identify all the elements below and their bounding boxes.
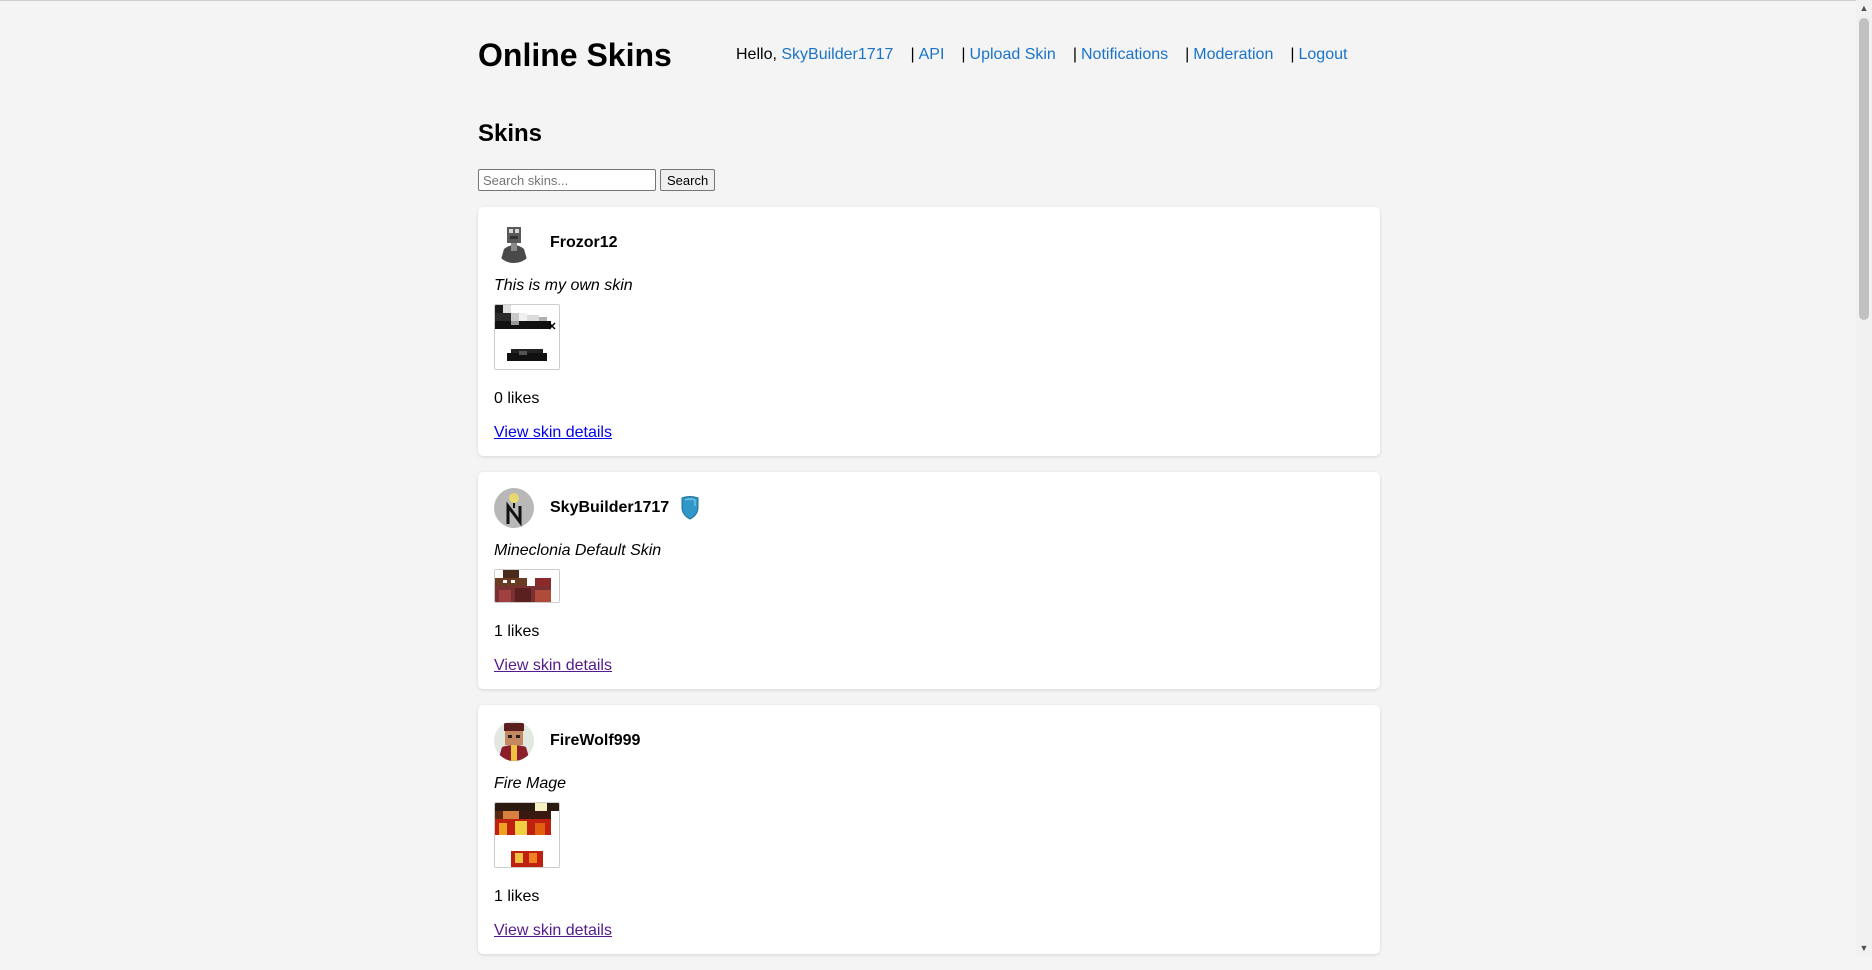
- nav-link-api[interactable]: API: [919, 46, 945, 64]
- top-nav: Hello, SkyBuilder1717 | API | Upload Ski…: [736, 46, 1347, 64]
- avatar: [494, 721, 534, 761]
- nav-separator: |: [961, 46, 966, 63]
- skin-card: Frozor12 This is my own skin 0 likes Vie…: [478, 207, 1380, 456]
- scrollbar-thumb[interactable]: [1859, 18, 1869, 320]
- avatar: [494, 223, 534, 263]
- avatar-skybuilder1717-icon: [494, 488, 534, 528]
- skin-likes: 1 likes: [494, 888, 540, 905]
- skin-card: SkyBuilder1717 Mineclonia Default Skin 1…: [478, 472, 1380, 689]
- skin-author[interactable]: FireWolf999: [550, 732, 640, 750]
- shield-icon: [681, 496, 699, 520]
- skin-author[interactable]: SkyBuilder1717: [550, 499, 669, 517]
- view-skin-details-link[interactable]: View skin details: [494, 657, 612, 674]
- skin-texture-thumbnail[interactable]: [494, 802, 560, 868]
- skin-description: Fire Mage: [494, 775, 567, 792]
- vertical-scrollbar[interactable]: ▲ ▼: [1856, 0, 1872, 956]
- skin-likes: 0 likes: [494, 390, 540, 407]
- nav-link-logout[interactable]: Logout: [1299, 46, 1348, 64]
- search-button[interactable]: Search: [660, 169, 716, 191]
- nav-separator: |: [1185, 46, 1190, 63]
- skin-card-header: Frozor12: [494, 223, 1364, 263]
- view-skin-details-link[interactable]: View skin details: [494, 424, 612, 441]
- nav-link-upload-skin[interactable]: Upload Skin: [970, 46, 1056, 64]
- nav-separator: |: [910, 46, 915, 63]
- nav-separator: |: [1072, 46, 1077, 63]
- skin-likes: 1 likes: [494, 623, 540, 640]
- skin-description: Mineclonia Default Skin: [494, 542, 662, 559]
- scroll-up-arrow-icon[interactable]: ▲: [1856, 0, 1872, 16]
- site-title: Online Skins: [478, 36, 672, 73]
- search-form: Search: [478, 169, 1380, 191]
- page: Online Skins Hello, SkyBuilder1717 | API…: [478, 0, 1380, 970]
- view-skin-details-link[interactable]: View skin details: [494, 922, 612, 939]
- greeting-text: Hello,: [736, 46, 782, 63]
- nav-link-moderation[interactable]: Moderation: [1193, 46, 1273, 64]
- skin-texture-thumbnail[interactable]: [494, 304, 560, 370]
- search-input[interactable]: [478, 169, 656, 191]
- skin-card-header: FireWolf999: [494, 721, 1364, 761]
- skin-description: This is my own skin: [494, 277, 633, 294]
- avatar-frozor12-icon: [494, 223, 534, 263]
- scroll-down-arrow-icon[interactable]: ▼: [1856, 940, 1872, 956]
- nav-username-link[interactable]: SkyBuilder1717: [781, 46, 893, 63]
- avatar-firewolf999-icon: [494, 721, 534, 761]
- greeting: Hello, SkyBuilder1717: [736, 46, 893, 64]
- nav-separator: |: [1290, 46, 1295, 63]
- nav-link-notifications[interactable]: Notifications: [1081, 46, 1168, 64]
- section-title: Skins: [478, 120, 543, 147]
- skin-card-header: SkyBuilder1717: [494, 488, 1364, 528]
- site-header: Online Skins Hello, SkyBuilder1717 | API…: [478, 0, 1380, 110]
- skin-texture-thumbnail[interactable]: [494, 569, 560, 603]
- skin-author[interactable]: Frozor12: [550, 234, 618, 252]
- avatar: [494, 488, 534, 528]
- skin-card: FireWolf999 Fire Mage 1 likes View skin …: [478, 705, 1380, 954]
